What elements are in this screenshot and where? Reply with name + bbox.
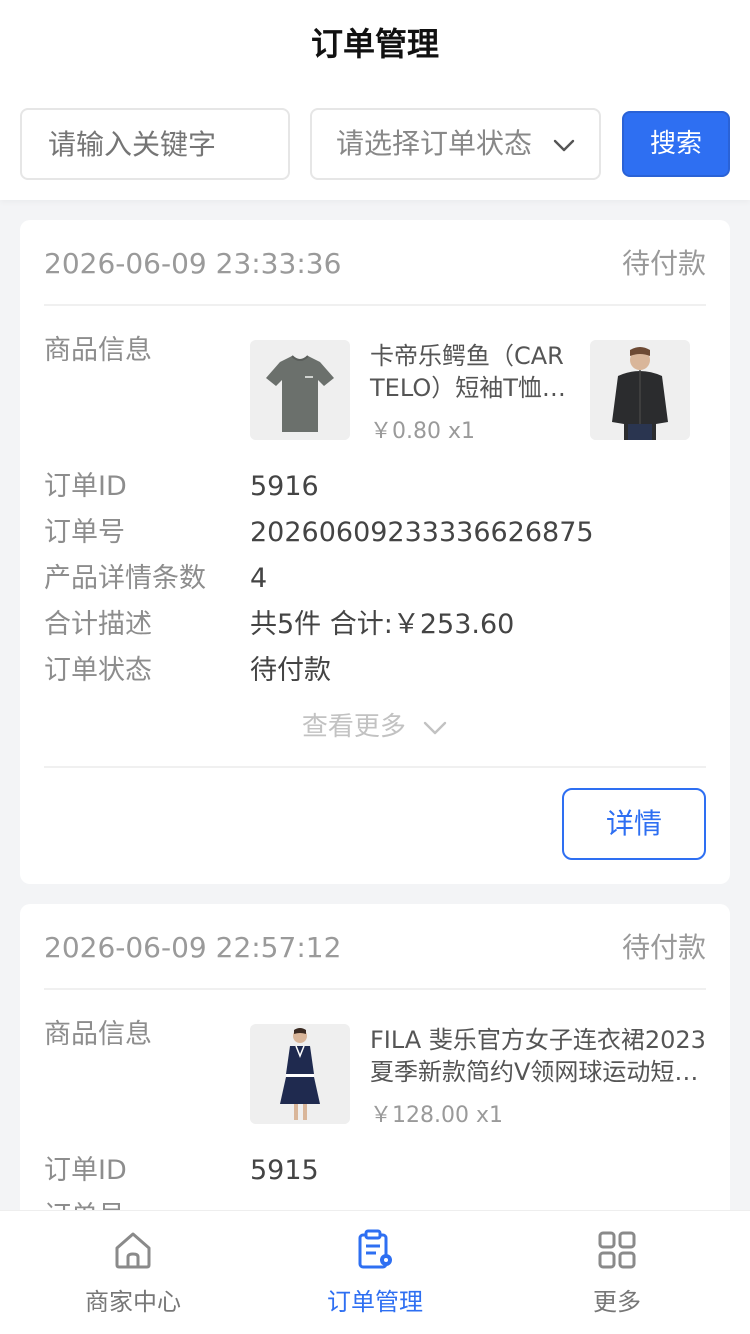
order-list[interactable]: 2026-06-09 23:33:36 待付款 商品信息 卡帝乐鳄鱼（CAR T…: [0, 200, 750, 1210]
chevron-down-icon: [553, 139, 575, 152]
order-status-badge: 待付款: [621, 931, 706, 964]
total-desc-value: 共5件 合计:￥253.60: [250, 609, 515, 640]
order-status-badge: 待付款: [621, 247, 706, 280]
order-status-value: 待付款: [250, 655, 331, 686]
order-status-select-value: 请选择订单状态: [336, 127, 533, 160]
product-image[interactable]: [250, 340, 350, 440]
detail-count-label: 产品详情条数: [44, 563, 206, 594]
product-name-line: 卡帝乐鳄鱼（CAR: [370, 342, 564, 370]
dress-image: [250, 1024, 350, 1124]
product-price: ￥128.00 x1: [370, 1103, 503, 1128]
product-name-line: FILA 斐乐官方女子连衣裙2023: [370, 1026, 706, 1054]
app-root: 订单管理 请选择订单状态 搜索 2026-06-09 23:33:36 待付款 …: [0, 0, 750, 1334]
order-time: 2026-06-09 23:33:36: [44, 247, 342, 280]
product-image[interactable]: [590, 340, 690, 440]
header: 订单管理 请选择订单状态 搜索: [0, 0, 750, 200]
order-id-value: 5915: [250, 1155, 319, 1186]
search-button[interactable]: 搜索: [622, 111, 730, 177]
grid-icon: [598, 1231, 636, 1269]
total-desc-label: 合计描述: [44, 609, 152, 640]
view-more-label: 查看更多: [301, 712, 406, 742]
order-list-icon: [358, 1229, 392, 1269]
view-more-link[interactable]: 查看更多: [20, 710, 730, 744]
tab-label: 订单管理: [327, 1288, 423, 1316]
bottom-tab-bar: 商家中心 订单管理 更多: [0, 1210, 750, 1334]
chevron-down-icon: [423, 721, 447, 734]
order-status-label: 订单状态: [44, 655, 152, 686]
tab-merchant-center[interactable]: 商家中心: [8, 1211, 258, 1334]
product-info-label: 商品信息: [44, 335, 152, 366]
order-card: 2026-06-09 22:57:12 待付款 商品信息 FILA 斐乐官方女子…: [20, 904, 730, 1210]
tab-label: 商家中心: [85, 1288, 181, 1316]
product-price: ￥0.80 x1: [370, 419, 475, 444]
home-icon: [115, 1232, 151, 1269]
tab-order-management[interactable]: 订单管理: [250, 1211, 500, 1334]
jacket-image: [590, 340, 690, 440]
product-name[interactable]: 卡帝乐鳄鱼（CAR TELO）短袖T恤…: [370, 340, 570, 404]
order-time: 2026-06-09 22:57:12: [44, 931, 342, 964]
order-id-label: 订单ID: [44, 1155, 127, 1186]
details-button[interactable]: 详情: [562, 788, 706, 860]
product-image[interactable]: [250, 1024, 350, 1124]
order-no-label: 订单号: [44, 517, 125, 548]
search-input[interactable]: [20, 108, 290, 180]
product-name-line: 夏季新款简约V领网球运动短…: [370, 1058, 699, 1086]
product-name[interactable]: FILA 斐乐官方女子连衣裙2023 夏季新款简约V领网球运动短…: [370, 1024, 710, 1088]
divider: [44, 304, 706, 306]
divider: [44, 766, 706, 768]
page-title: 订单管理: [310, 25, 439, 63]
order-id-label: 订单ID: [44, 471, 127, 502]
order-status-select[interactable]: 请选择订单状态: [310, 108, 601, 180]
order-no-value: 20260609233336626875: [250, 517, 594, 548]
product-name-line: TELO）短袖T恤…: [370, 374, 566, 402]
product-info-label: 商品信息: [44, 1019, 152, 1050]
tshirt-image: [250, 340, 350, 440]
divider: [44, 988, 706, 990]
order-id-value: 5916: [250, 471, 319, 502]
tab-label: 更多: [593, 1288, 641, 1316]
tab-more[interactable]: 更多: [492, 1211, 742, 1334]
detail-count-value: 4: [250, 563, 268, 594]
order-no-label: 订单号: [44, 1200, 125, 1210]
order-card: 2026-06-09 23:33:36 待付款 商品信息 卡帝乐鳄鱼（CAR T…: [20, 220, 730, 884]
